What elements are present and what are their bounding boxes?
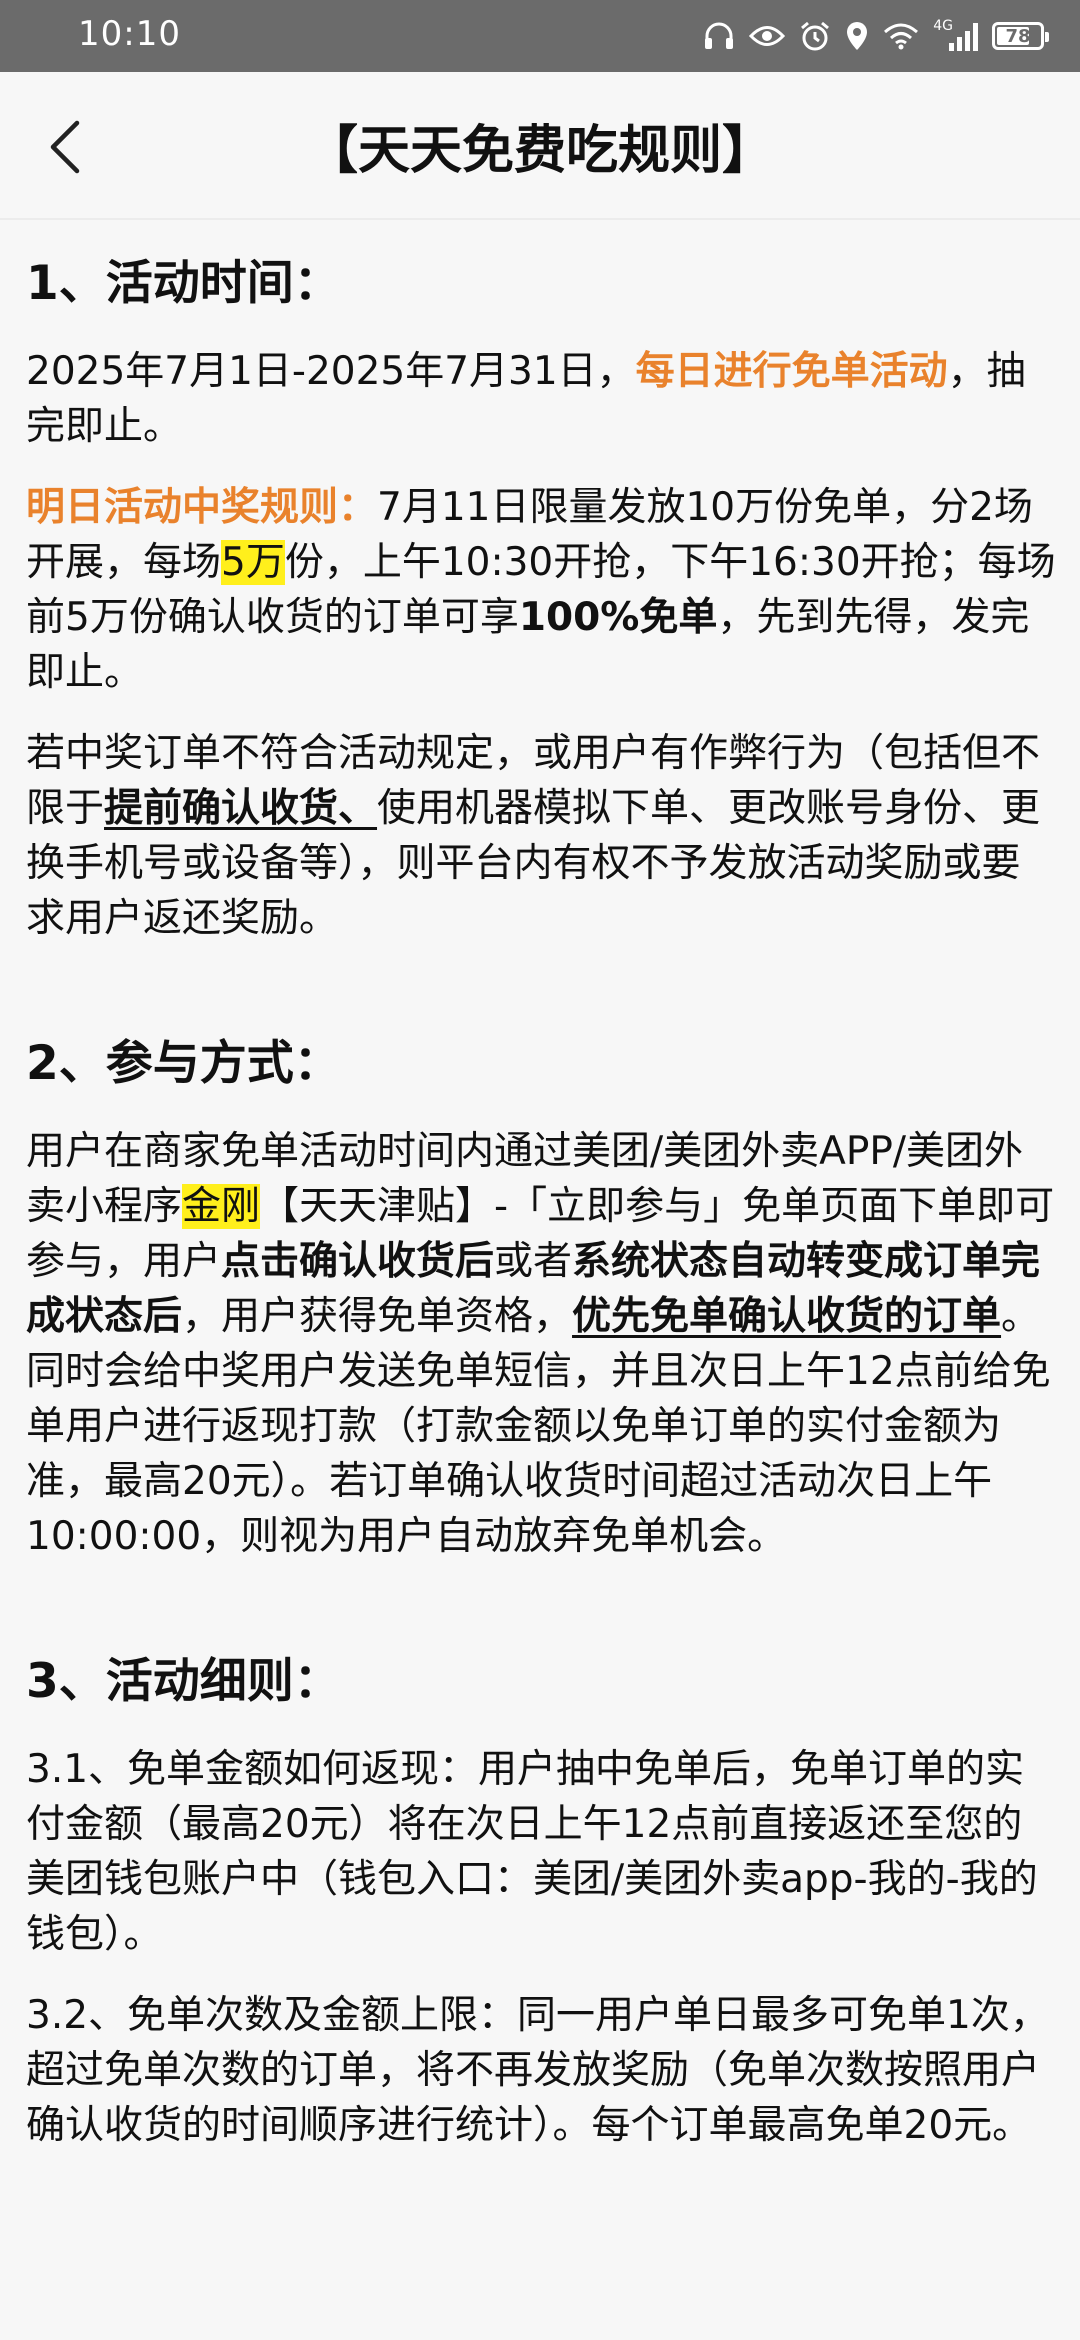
rule-paragraph: 3.2、免单次数及金额上限：同一用户单日最多可免单1次，超过免单次数的订单，将不… [26, 1988, 1056, 2153]
text-segment-bold-underline: 优先免单确认收货的订单 [572, 1294, 1002, 1339]
rule-paragraph: 3.1、免单金额如何返现：用户抽中免单后，免单订单的实付金额（最高20元）将在次… [26, 1742, 1056, 1962]
rule-paragraph: 明日活动中奖规则：7月11日限量发放10万份免单，分2场开展，每场5万份，上午1… [26, 480, 1056, 700]
text-segment: 2025年7月1日-2025年7月31日， [26, 349, 636, 394]
text-segment-bold-underline: 提前确认收货、 [104, 786, 378, 831]
battery-level: 78 [1005, 25, 1031, 47]
rules-section: 3、活动细则： 3.1、免单金额如何返现：用户抽中免单后，免单订单的实付金额（最高… [26, 1650, 1056, 2209]
headphones-icon [703, 21, 735, 51]
text-segment-bold: 100%免单 [518, 595, 718, 640]
text-segment-orange: 每日进行免单活动 [635, 349, 948, 394]
wifi-icon [883, 22, 919, 50]
rules-section: 2、参与方式： 用户在商家免单活动时间内通过美团/美团外卖APP/美团外卖小程序金… [26, 1032, 1056, 1620]
rule-paragraph: 若中奖订单不符合活动规定，或用户有作弊行为（包括但不限于提前确认收货、使用机器模… [26, 726, 1056, 946]
rule-paragraph: 用户在商家免单活动时间内通过美团/美团外卖APP/美团外卖小程序金刚【天天津贴】… [26, 1124, 1056, 1564]
status-time: 10:10 [78, 14, 181, 54]
text-segment-orange: 明日活动中奖规则： [26, 485, 378, 530]
rules-content: 1、活动时间： 2025年7月1日-2025年7月31日，每日进行免单活动，抽完即… [26, 222, 1056, 2209]
rule-paragraph: 2025年7月1日-2025年7月31日，每日进行免单活动，抽完即止。 [26, 344, 1056, 454]
status-bar: 10:10 4G 78 [0, 0, 1080, 72]
status-icons: 4G 78 [703, 14, 1049, 58]
signal-icon: 4G [933, 18, 978, 51]
text-segment: 3.1、免单金额如何返现：用户抽中免单后，免单订单的实付金额（最高20元）将在次… [26, 1747, 1038, 1957]
location-icon [845, 20, 869, 52]
text-segment-highlight: 5万 [221, 540, 285, 585]
page-title: 【天天免费吃规则】 [305, 121, 774, 181]
rules-section: 1、活动时间： 2025年7月1日-2025年7月31日，每日进行免单活动，抽完即… [26, 252, 1056, 1002]
eye-icon [749, 23, 786, 49]
text-segment: 3.2、免单次数及金额上限：同一用户单日最多可免单1次，超过免单次数的订单，将不… [26, 1993, 1049, 2148]
section-title: 3、活动细则： [26, 1654, 341, 1709]
text-segment-bold: 点击确认收货后 [221, 1239, 495, 1284]
network-type: 4G [933, 18, 953, 34]
text-segment: 或者 [494, 1239, 573, 1284]
section-title: 2、参与方式： [26, 1036, 341, 1091]
battery-icon: 78 [992, 22, 1049, 50]
section-title: 1、活动时间： [26, 256, 341, 311]
text-segment-highlight: 金刚 [182, 1184, 261, 1229]
nav-bar: 【天天免费吃规则】 [0, 72, 1080, 220]
text-segment: ，用户获得免单资格， [182, 1294, 573, 1339]
alarm-icon [799, 20, 831, 52]
